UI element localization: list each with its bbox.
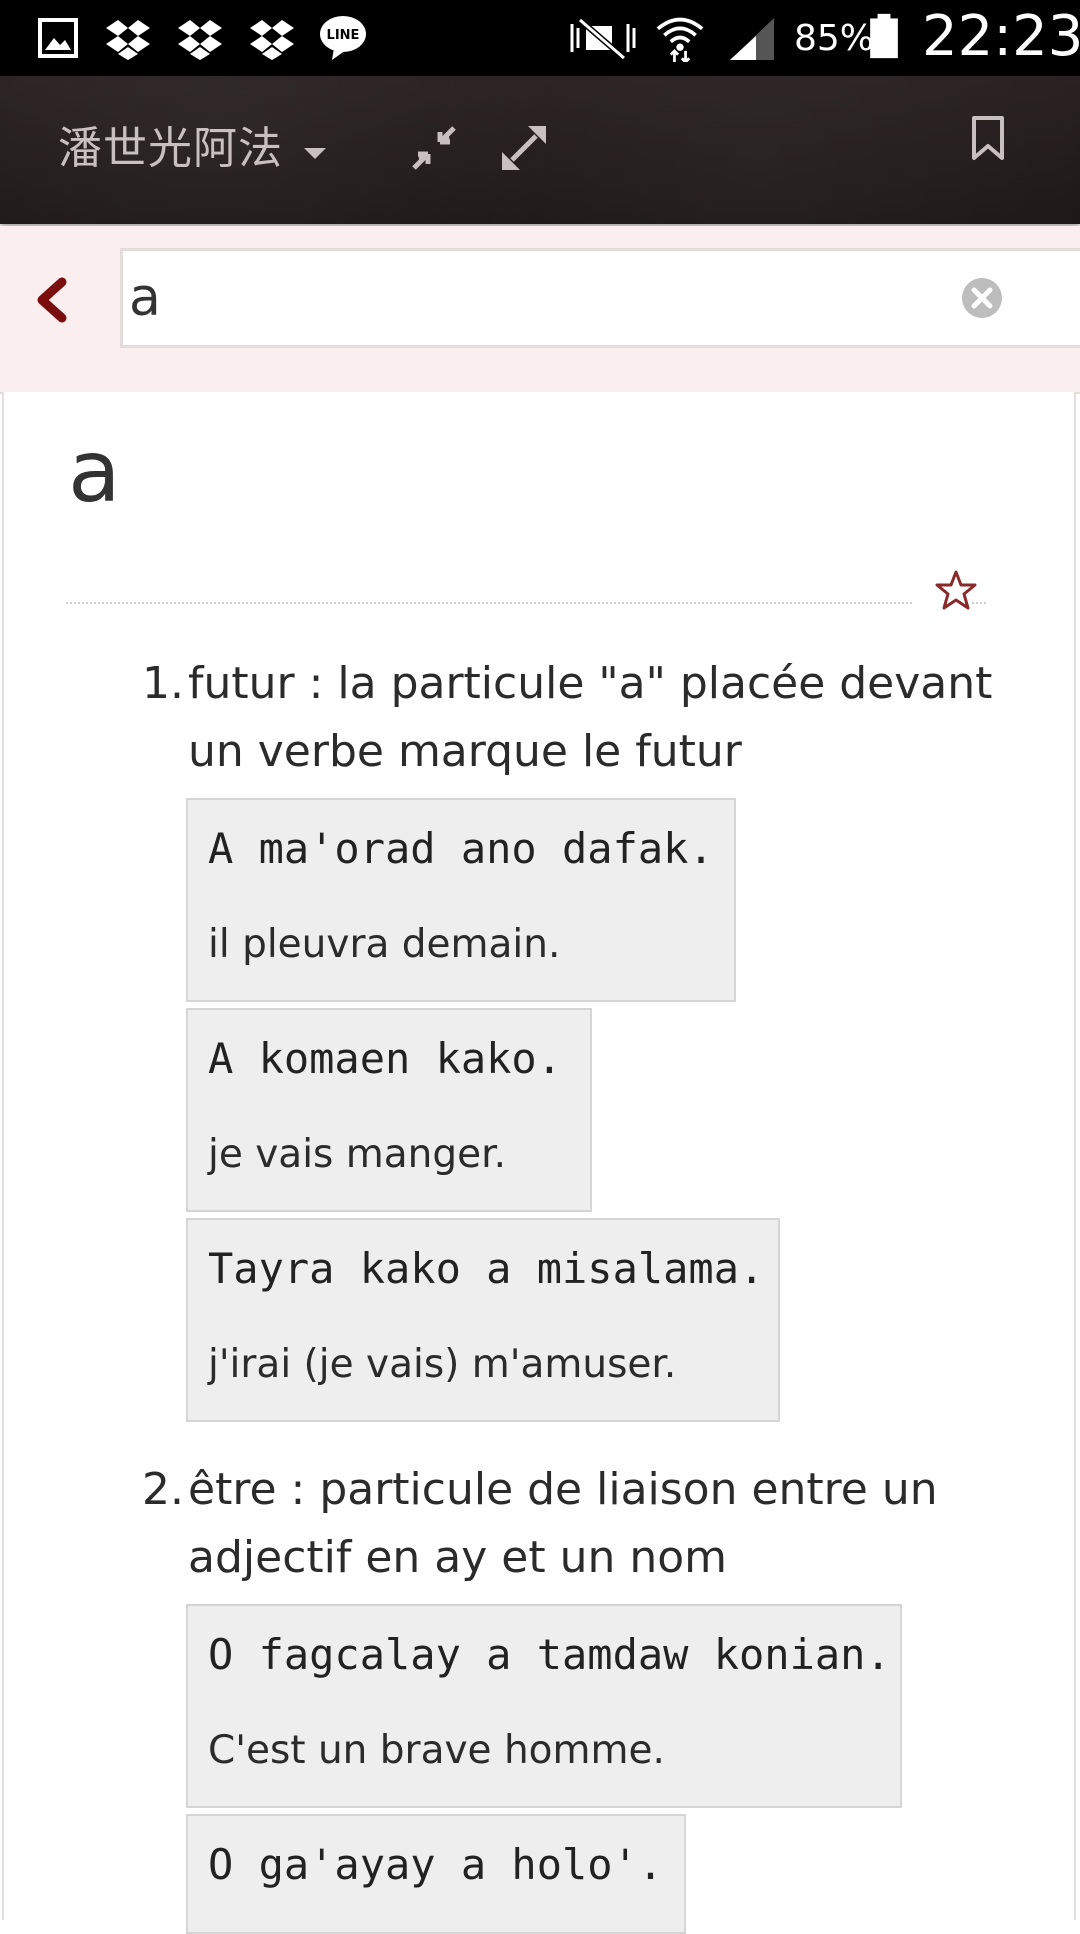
definition-text: être : particule de liaison entre un adj… bbox=[188, 1464, 938, 1583]
line-icon: LINE bbox=[320, 16, 366, 60]
definition-item: 1. futur : la particule "a" placée devan… bbox=[142, 650, 1042, 786]
clock: 22:23 bbox=[922, 4, 1080, 69]
signal-icon bbox=[730, 18, 774, 60]
search-row bbox=[0, 226, 1080, 394]
wifi-icon bbox=[656, 17, 704, 62]
back-chevron-icon[interactable] bbox=[30, 270, 74, 330]
entry-card: a 1. futur : la particule "a" placée dev… bbox=[2, 392, 1076, 1934]
example-box: A ma'orad ano dafak. il pleuvra demain. bbox=[186, 798, 736, 1002]
dictionary-selector[interactable]: 潘世光阿法 bbox=[58, 112, 283, 176]
example-translation: j'irai (je vais) m'amuser. bbox=[208, 1342, 677, 1387]
clear-icon[interactable] bbox=[961, 277, 1003, 319]
example-box: A komaen kako. je vais manger. bbox=[186, 1008, 592, 1212]
example-box: Tayra kako a misalama. j'irai (je vais) … bbox=[186, 1218, 780, 1422]
example-translation: je vais manger. bbox=[208, 1132, 506, 1177]
example-source: Tayra kako a misalama. bbox=[208, 1244, 765, 1293]
dropbox-icon bbox=[250, 20, 294, 60]
example-source: O ga'ayay a holo'. bbox=[208, 1840, 664, 1889]
example-source: A ma'orad ano dafak. bbox=[208, 824, 714, 873]
example-translation: il pleuvra demain. bbox=[208, 922, 561, 967]
svg-text:LINE: LINE bbox=[327, 28, 360, 43]
definition-number: 2. bbox=[142, 1464, 184, 1515]
caret-down-icon[interactable] bbox=[304, 148, 326, 159]
definition-number: 1. bbox=[142, 658, 184, 709]
headword: a bbox=[68, 422, 121, 522]
favorite-star-icon[interactable] bbox=[934, 568, 978, 612]
dropbox-icon bbox=[106, 20, 150, 60]
example-box: O ga'ayay a holo'. bbox=[186, 1814, 686, 1934]
divider bbox=[66, 602, 912, 604]
gallery-icon bbox=[38, 18, 78, 58]
example-source: O fagcalay a tamdaw konian. bbox=[208, 1630, 891, 1679]
mute-icon bbox=[570, 17, 636, 61]
search-input[interactable] bbox=[123, 251, 949, 345]
bookmark-icon[interactable] bbox=[968, 114, 1008, 162]
example-source: A komaen kako. bbox=[208, 1034, 563, 1083]
app-bar: 潘世光阿法 bbox=[0, 76, 1080, 224]
expand-icon[interactable] bbox=[498, 122, 550, 174]
battery-percent: 85% bbox=[794, 18, 875, 59]
example-box: O fagcalay a tamdaw konian. C'est un bra… bbox=[186, 1604, 902, 1808]
status-bar: LINE 85% 22:23 bbox=[0, 0, 1080, 76]
definition-item: 2. être : particule de liaison entre un … bbox=[142, 1456, 1042, 1592]
battery-icon bbox=[870, 13, 898, 59]
collapse-icon[interactable] bbox=[408, 122, 460, 174]
dropbox-icon bbox=[178, 20, 222, 60]
search-box bbox=[120, 248, 1080, 348]
example-translation: C'est un brave homme. bbox=[208, 1728, 665, 1773]
definition-text: futur : la particule "a" placée devant u… bbox=[188, 658, 993, 777]
